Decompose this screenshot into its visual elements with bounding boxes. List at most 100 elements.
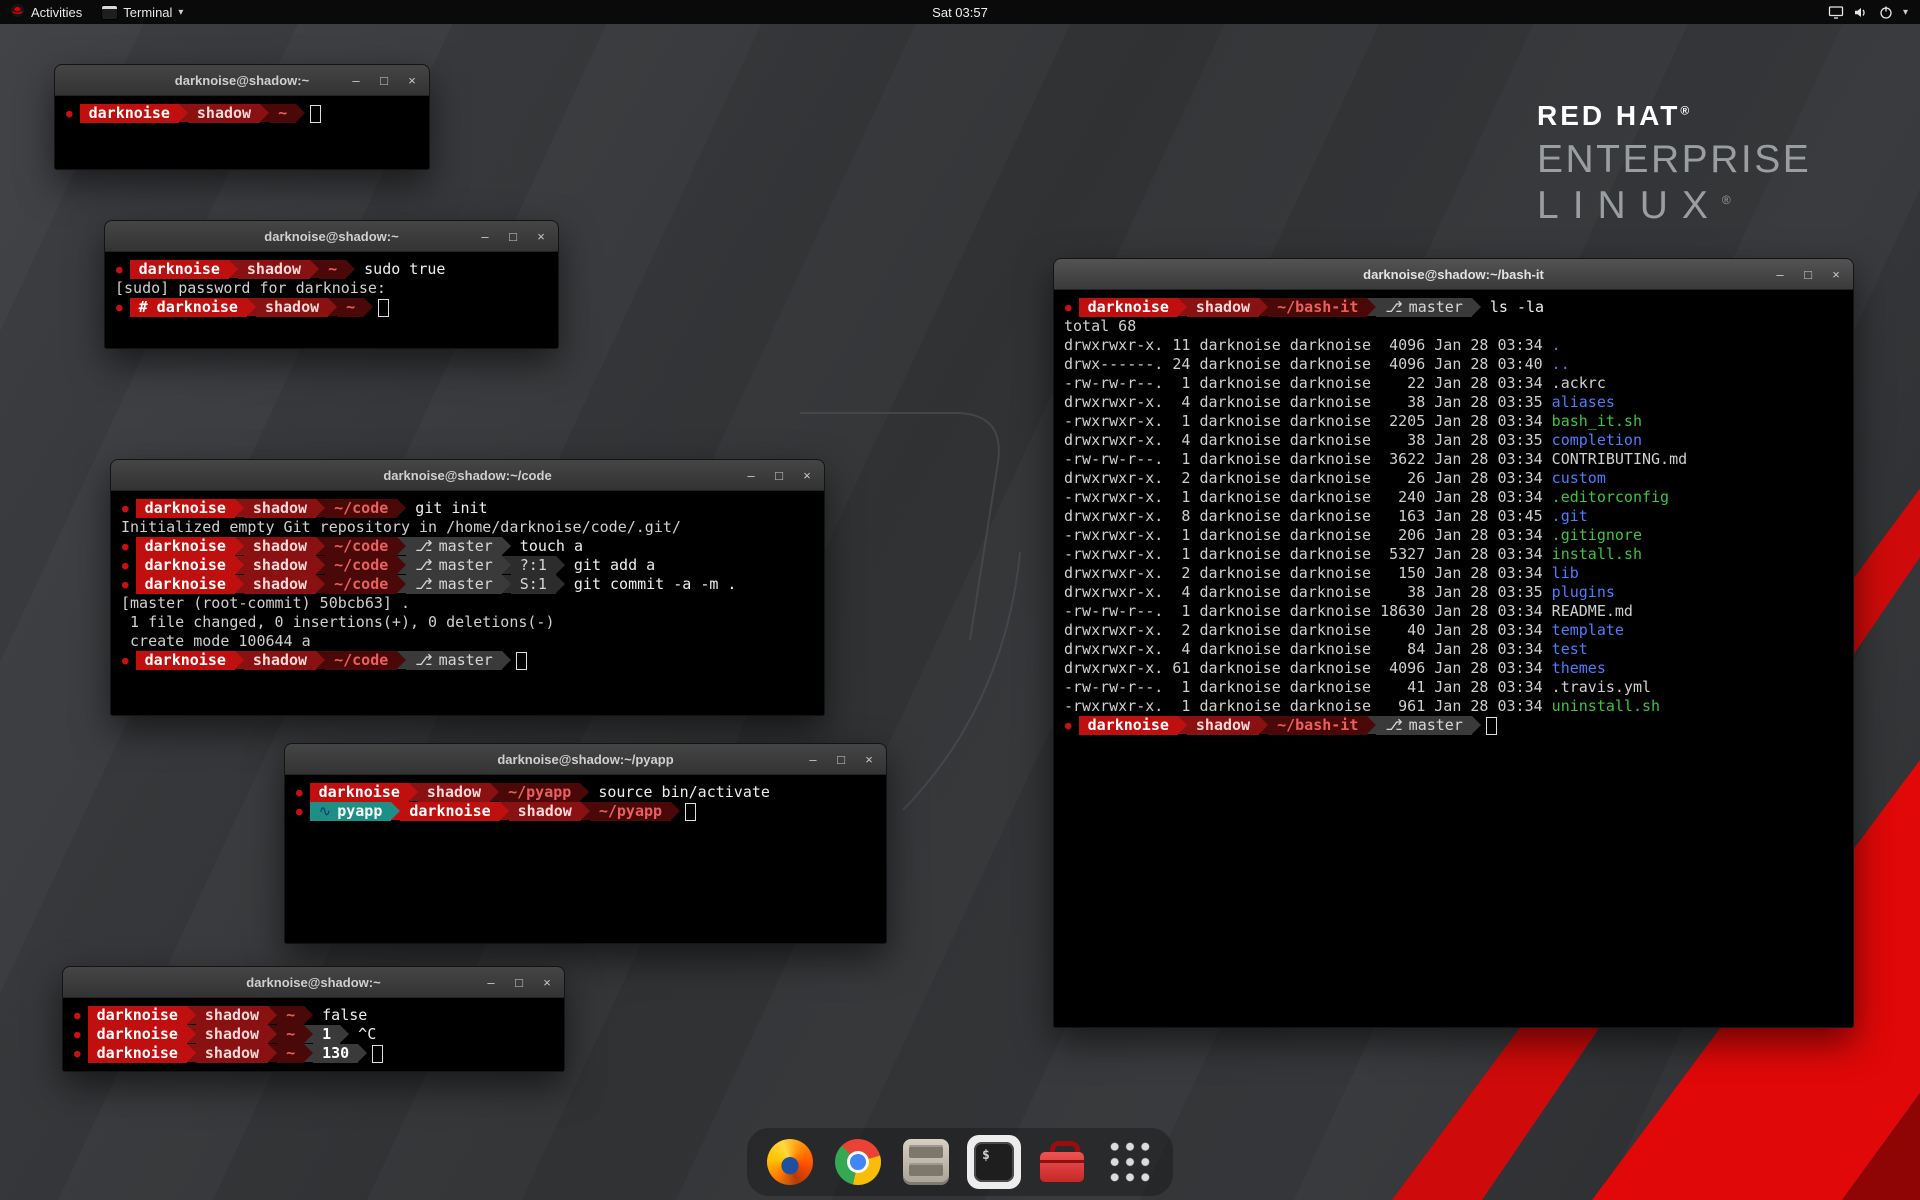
terminal-text: custom [1552,469,1606,488]
terminal-content[interactable]: ●darknoiseshadow~/code git initInitializ… [111,491,824,715]
app-menu[interactable]: Terminal ▾ [92,0,193,24]
terminal-app-icon [102,6,117,19]
powerline-arrow [1259,298,1268,316]
prompt-segment-host: shadow [196,1006,268,1025]
close-button[interactable]: × [862,753,876,766]
brand-line-enterprise: ENTERPRISE [1537,138,1811,182]
activities-label: Activities [31,5,82,20]
terminal-cursor [372,1045,383,1063]
powerline-arrow [1367,298,1376,316]
files-icon[interactable] [899,1135,953,1189]
terminal-line: total 68 [1064,317,1843,336]
window-controls: – □ × [744,460,814,490]
terminal-content[interactable]: ●darknoiseshadow~/bash-it⎇master ls -lat… [1054,290,1853,1027]
terminal-content[interactable]: ●darknoiseshadow~ sudo true[sudo] passwo… [105,252,558,348]
system-menu[interactable]: ▾ [1816,0,1920,24]
maximize-button[interactable]: □ [506,230,520,243]
terminal-text: completion [1552,431,1642,450]
terminal-text: .travis.yml [1552,678,1651,697]
python-icon: ∿ [319,802,332,821]
terminal-line: [sudo] password for darknoise: [115,279,548,298]
prompt-segment-git: ⎇master [406,556,501,575]
app-grid-icon[interactable] [1103,1135,1157,1189]
redhat-logo-icon [10,3,25,21]
terminal-text: . [1552,336,1561,355]
window-titlebar[interactable]: darknoise@shadow:~ – □ × [63,967,564,998]
display-icon [1828,5,1844,20]
window-titlebar[interactable]: darknoise@shadow:~/bash-it – □ × [1054,259,1853,290]
power-icon [1878,5,1894,20]
firefox-icon[interactable] [763,1135,817,1189]
terminal-content[interactable]: ●darknoiseshadow~ [55,96,429,169]
chrome-icon[interactable] [831,1135,885,1189]
powerline-arrow [1178,298,1187,316]
prompt-segment-user: darknoise [1079,298,1178,317]
maximize-button[interactable]: □ [377,74,391,87]
app-menu-label: Terminal [123,5,172,20]
prompt-segment-host: shadow [1187,716,1259,735]
powerline-arrow [316,651,325,669]
clock[interactable]: Sat 03:57 [932,5,988,20]
terminal-line: ●darknoiseshadow~/bash-it⎇master ls -la [1064,298,1843,317]
terminal-line: ●darknoiseshadow~ [65,104,419,123]
terminal-text: bash_it.sh [1552,412,1642,431]
powerline-arrow [1472,298,1481,316]
close-button[interactable]: × [405,74,419,87]
terminal-window-2: darknoise@shadow:~ – □ × ●darknoiseshado… [104,220,559,349]
window-title: darknoise@shadow:~ [246,975,380,990]
redhat-icon: ● [73,1006,88,1025]
prompt-segment-user: darknoise [80,104,179,123]
minimize-button[interactable]: – [478,230,492,243]
terminal-text: .. [1552,355,1570,374]
terminal-line: -rw-rw-r--. 1 darknoise darknoise 22 Jan… [1064,374,1843,393]
terminal-text: -rw-rw-r--. 1 darknoise darknoise 18630 … [1064,602,1552,621]
redhat-icon: ● [115,298,130,317]
prompt-segment-user: darknoise [400,802,499,821]
maximize-button[interactable]: □ [1801,268,1815,281]
close-button[interactable]: × [1829,268,1843,281]
prompt-segment-path: ~ [337,298,364,317]
minimize-button[interactable]: – [484,976,498,989]
window-controls: – □ × [484,967,554,997]
close-button[interactable]: × [800,469,814,482]
terminal-text: source bin/activate [589,783,770,802]
powerline-arrow [556,575,565,593]
maximize-button[interactable]: □ [772,469,786,482]
maximize-button[interactable]: □ [834,753,848,766]
terminal-line: ●darknoiseshadow~ false [73,1006,554,1025]
terminal-line: ●darknoiseshadow~/pyapp source bin/activ… [295,783,876,802]
powerline-arrow [580,783,589,801]
window-titlebar[interactable]: darknoise@shadow:~/pyapp – □ × [285,744,886,775]
terminal-content[interactable]: ●darknoiseshadow~/pyapp source bin/activ… [285,775,886,943]
prompt-segment-host: shadow [509,802,581,821]
powerline-arrow [304,1044,313,1062]
terminal-line: ●darknoiseshadow~/code⎇master touch a [121,537,814,556]
terminal-icon[interactable] [967,1135,1021,1189]
toolbox-icon[interactable] [1035,1135,1089,1189]
terminal-text: -rwxrwxr-x. 1 darknoise darknoise 240 Ja… [1064,488,1552,507]
window-titlebar[interactable]: darknoise@shadow:~ – □ × [55,65,429,96]
minimize-button[interactable]: – [1773,268,1787,281]
top-bar: Activities Terminal ▾ Sat 03:57 ▾ [0,0,1920,24]
close-button[interactable]: × [534,230,548,243]
redhat-icon: ● [121,556,136,575]
activities-button[interactable]: Activities [0,0,92,24]
close-button[interactable]: × [540,976,554,989]
powerline-arrow [346,260,355,278]
terminal-content[interactable]: ●darknoiseshadow~ false●darknoiseshadow~… [63,998,564,1071]
terminal-line: ●darknoiseshadow~/code⎇masterS:1 git com… [121,575,814,594]
terminal-text: -rwxrwxr-x. 1 darknoise darknoise 206 Ja… [1064,526,1552,545]
prompt-segment-user: darknoise [130,260,229,279]
window-titlebar[interactable]: darknoise@shadow:~ – □ × [105,221,558,252]
brand-line-redhat: RED HAT® [1537,100,1811,132]
prompt-segment-gitstat: S:1 [511,575,556,594]
minimize-button[interactable]: – [744,469,758,482]
window-titlebar[interactable]: darknoise@shadow:~/code – □ × [111,460,824,491]
prompt-segment-path: ~/bash-it [1268,298,1367,317]
minimize-button[interactable]: – [349,74,363,87]
minimize-button[interactable]: – [806,753,820,766]
maximize-button[interactable]: □ [512,976,526,989]
terminal-window-5: darknoise@shadow:~ – □ × ●darknoiseshado… [62,966,565,1072]
dock [747,1128,1173,1196]
powerline-arrow [340,1025,349,1043]
